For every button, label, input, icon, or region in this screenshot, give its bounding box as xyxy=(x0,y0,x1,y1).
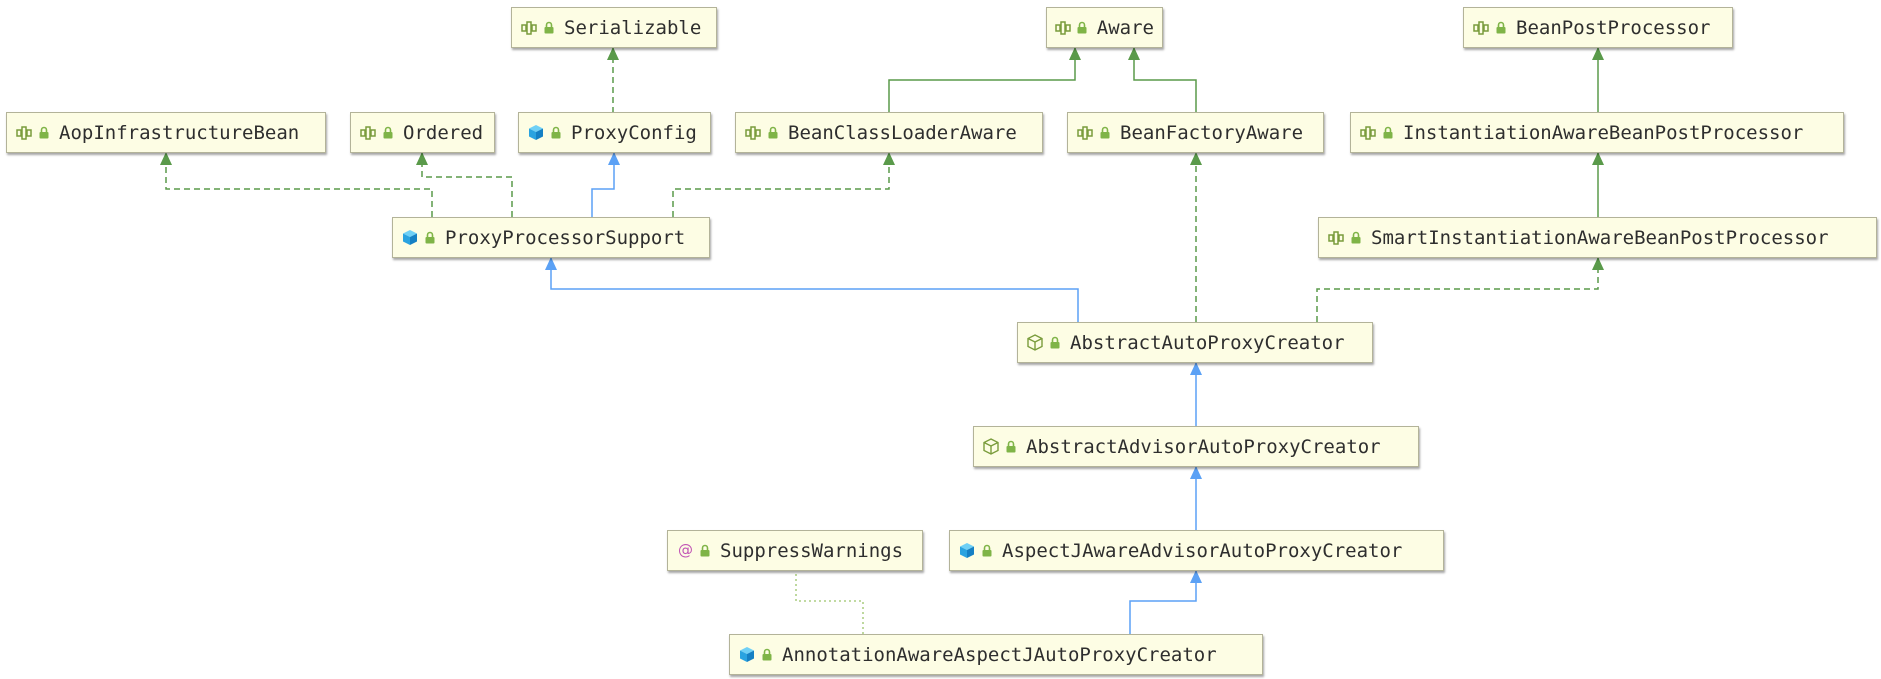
arrowhead xyxy=(1190,570,1202,583)
arrowhead xyxy=(883,152,895,165)
arrowhead xyxy=(1190,466,1202,479)
node-label: AbstractAdvisorAutoProxyCreator xyxy=(1026,435,1381,458)
node-bean-class-loader-aware[interactable]: BeanClassLoaderAware xyxy=(735,112,1043,153)
interface-icon xyxy=(1327,229,1345,247)
node-bean-post-processor[interactable]: BeanPostProcessor xyxy=(1463,7,1733,48)
arrowhead xyxy=(1190,152,1202,165)
node-aop-infrastructure-bean[interactable]: AopInfrastructureBean xyxy=(6,112,326,153)
svg-text:@: @ xyxy=(678,542,693,559)
node-label: Serializable xyxy=(564,16,702,39)
arrowhead xyxy=(160,152,172,165)
node-label: AopInfrastructureBean xyxy=(59,121,300,144)
arrowhead xyxy=(1190,362,1202,375)
edge-annotation-aware-aspectj-auto-proxy-creator-to-aspectj-aware-advisor-auto-proxy-creator xyxy=(1129,570,1197,634)
lock-icon xyxy=(1077,21,1088,35)
lock-icon xyxy=(1382,126,1394,140)
interface-icon xyxy=(1076,124,1094,142)
lock-icon xyxy=(424,231,436,245)
lock-icon xyxy=(550,126,562,140)
node-label: BeanClassLoaderAware xyxy=(788,121,1017,144)
node-ordered[interactable]: Ordered xyxy=(350,112,495,153)
edge-proxy-processor-support-to-aop-infrastructure-bean xyxy=(165,152,433,217)
interface-icon xyxy=(744,124,762,142)
node-bean-factory-aware[interactable]: BeanFactoryAware xyxy=(1067,112,1324,153)
lock-icon xyxy=(38,126,50,140)
interface-icon xyxy=(15,124,33,142)
arrowhead xyxy=(608,152,620,165)
node-aspectj-aware-advisor-auto-proxy-creator[interactable]: AspectJAwareAdvisorAutoProxyCreator xyxy=(949,530,1444,571)
edge-annotation-aware-aspectj-auto-proxy-creator-to-suppress-warnings xyxy=(795,571,864,634)
arrowhead xyxy=(607,47,619,60)
node-aware[interactable]: Aware xyxy=(1046,7,1163,48)
annotation-icon: @ xyxy=(676,542,694,560)
edge-abstract-auto-proxy-creator-to-smart-instantiation-aware-bpp xyxy=(1316,257,1599,322)
lock-icon xyxy=(1005,440,1017,454)
node-label: Ordered xyxy=(403,121,484,144)
node-abstract-auto-proxy-creator[interactable]: AbstractAutoProxyCreator xyxy=(1017,322,1373,363)
arrowhead xyxy=(1069,47,1081,60)
lock-icon xyxy=(761,648,773,662)
arrowhead xyxy=(1592,257,1604,270)
node-instantiation-aware-bean-post-processor[interactable]: InstantiationAwareBeanPostProcessor xyxy=(1350,112,1844,153)
node-suppress-warnings[interactable]: @ SuppressWarnings xyxy=(667,530,923,571)
node-label: BeanFactoryAware xyxy=(1120,121,1304,144)
node-label: SmartInstantiationAwareBeanPostProcessor xyxy=(1371,226,1829,249)
interface-icon xyxy=(359,124,377,142)
node-label: InstantiationAwareBeanPostProcessor xyxy=(1403,121,1804,144)
node-label: AspectJAwareAdvisorAutoProxyCreator xyxy=(1002,539,1403,562)
interface-icon xyxy=(1472,19,1490,37)
node-label: ProxyConfig xyxy=(571,121,697,144)
abstract-class-icon xyxy=(1026,334,1044,352)
node-abstract-advisor-auto-proxy-creator[interactable]: AbstractAdvisorAutoProxyCreator xyxy=(973,426,1419,467)
class-icon xyxy=(401,229,419,247)
node-smart-instantiation-aware-bean-post-processor[interactable]: SmartInstantiationAwareBeanPostProcessor xyxy=(1318,217,1877,258)
node-serializable[interactable]: Serializable xyxy=(511,7,717,48)
inheritance-edges xyxy=(160,47,1604,634)
lock-icon xyxy=(382,126,394,140)
node-label: AbstractAutoProxyCreator xyxy=(1070,331,1345,354)
node-annotation-aware-aspectj-auto-proxy-creator[interactable]: AnnotationAwareAspectJAutoProxyCreator xyxy=(729,634,1263,675)
class-icon xyxy=(527,124,545,142)
edge-abstract-auto-proxy-creator-to-proxy-processor-support xyxy=(550,257,1079,322)
arrowhead xyxy=(1128,47,1140,60)
lock-icon xyxy=(1049,336,1061,350)
node-label: Aware xyxy=(1096,16,1154,39)
edge-proxy-processor-support-to-bean-class-loader-aware xyxy=(672,152,890,217)
interface-icon xyxy=(1359,124,1377,142)
lock-icon xyxy=(1495,21,1507,35)
arrowhead xyxy=(1592,47,1604,60)
lock-icon xyxy=(981,544,993,558)
arrowhead xyxy=(545,257,557,270)
interface-icon xyxy=(1055,19,1072,37)
node-label: ProxyProcessorSupport xyxy=(445,226,686,249)
arrowhead xyxy=(416,152,428,165)
lock-icon xyxy=(767,126,779,140)
edge-bean-factory-aware-to-aware xyxy=(1133,47,1197,112)
interface-icon xyxy=(520,19,538,37)
class-icon xyxy=(958,542,976,560)
node-proxy-processor-support[interactable]: ProxyProcessorSupport xyxy=(392,217,710,258)
lock-icon xyxy=(699,544,711,558)
edge-proxy-processor-support-to-ordered xyxy=(421,152,513,217)
edge-bean-class-loader-aware-to-aware xyxy=(888,47,1076,112)
arrowhead xyxy=(1592,152,1604,165)
node-label: SuppressWarnings xyxy=(720,539,904,562)
class-icon xyxy=(738,646,756,664)
node-label: BeanPostProcessor xyxy=(1516,16,1711,39)
lock-icon xyxy=(1350,231,1362,245)
lock-icon xyxy=(543,21,555,35)
node-label: AnnotationAwareAspectJAutoProxyCreator xyxy=(782,643,1217,666)
lock-icon xyxy=(1099,126,1111,140)
node-proxy-config[interactable]: ProxyConfig xyxy=(518,112,711,153)
abstract-class-icon xyxy=(982,438,1000,456)
